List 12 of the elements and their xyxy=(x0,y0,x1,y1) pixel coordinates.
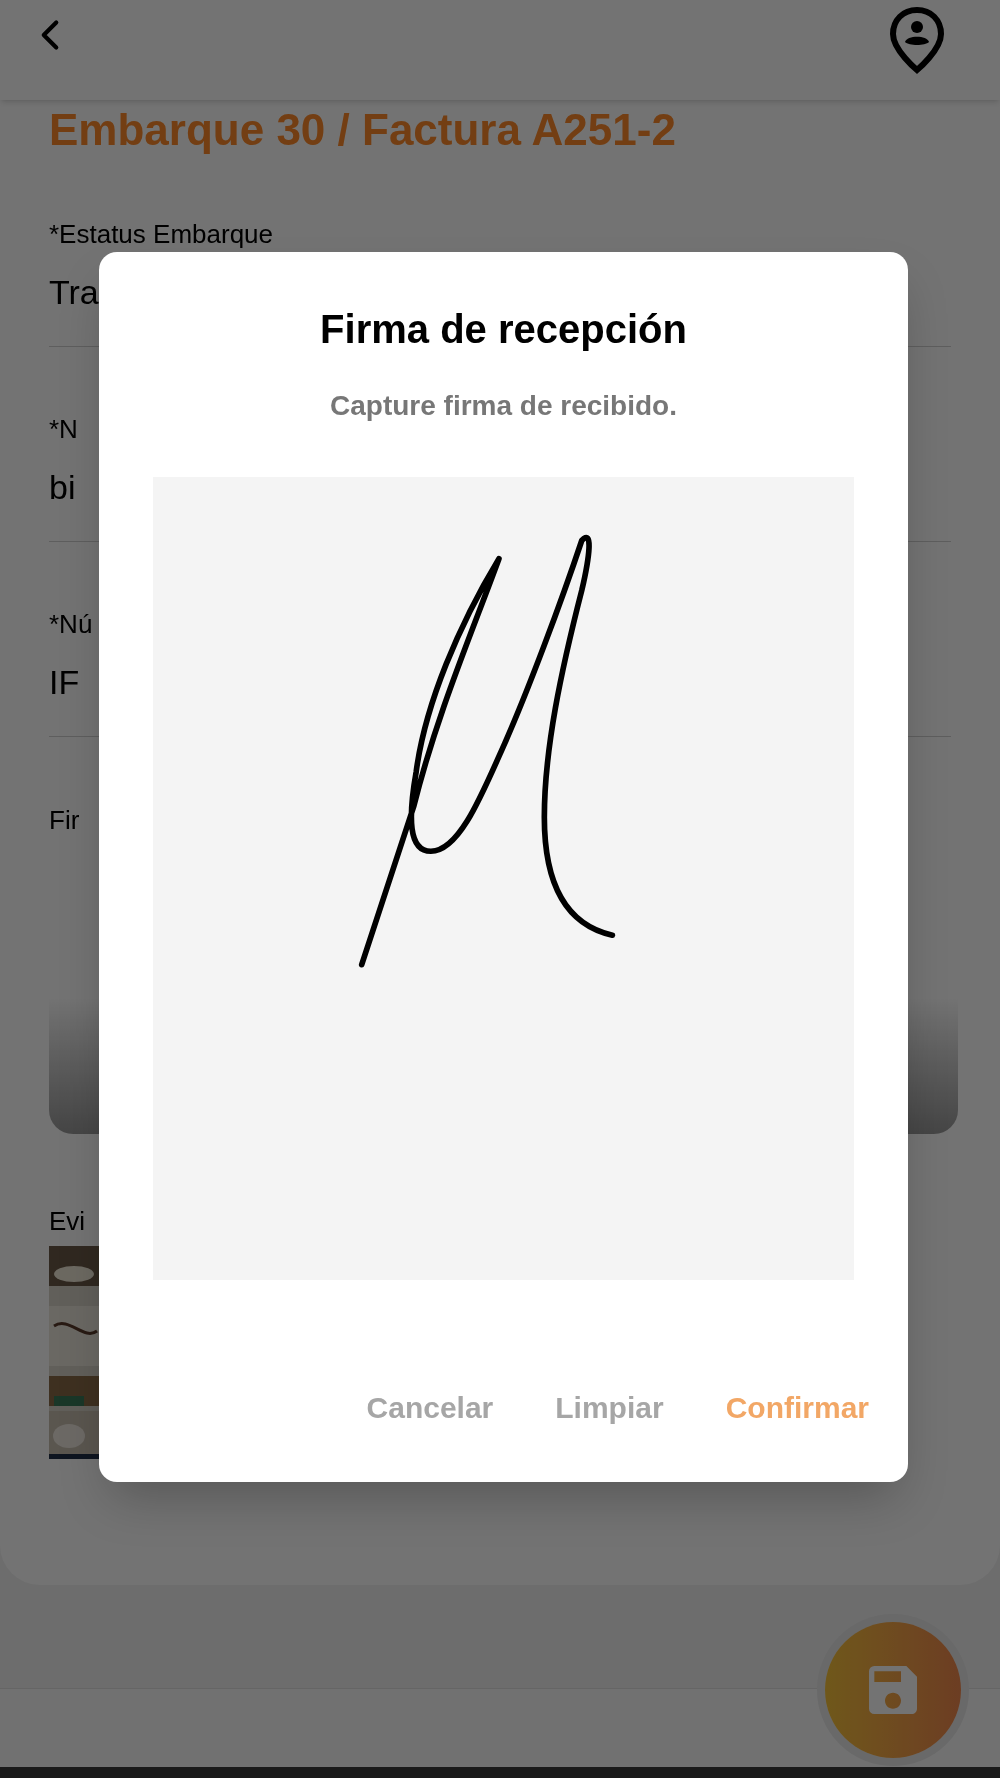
field-label: *Estatus Embarque xyxy=(49,220,274,248)
dialog-button[interactable]: Confirmar xyxy=(709,1390,885,1426)
page-title: Embarque 30 / Factura A251-2 xyxy=(49,104,677,156)
dialog-button[interactable]: Cancelar xyxy=(350,1390,510,1426)
dialog-title: Firma de recepción xyxy=(320,306,687,353)
location-user-icon[interactable] xyxy=(889,6,945,74)
signature-label: Fir xyxy=(49,805,81,835)
field-label: *N xyxy=(49,415,79,443)
dialog-subtitle: Capture firma de recibido. xyxy=(330,389,677,423)
evidence-label: Evi xyxy=(49,1206,87,1236)
dialog-button[interactable]: Limpiar xyxy=(539,1390,680,1426)
field-label: *Nú xyxy=(49,610,94,638)
